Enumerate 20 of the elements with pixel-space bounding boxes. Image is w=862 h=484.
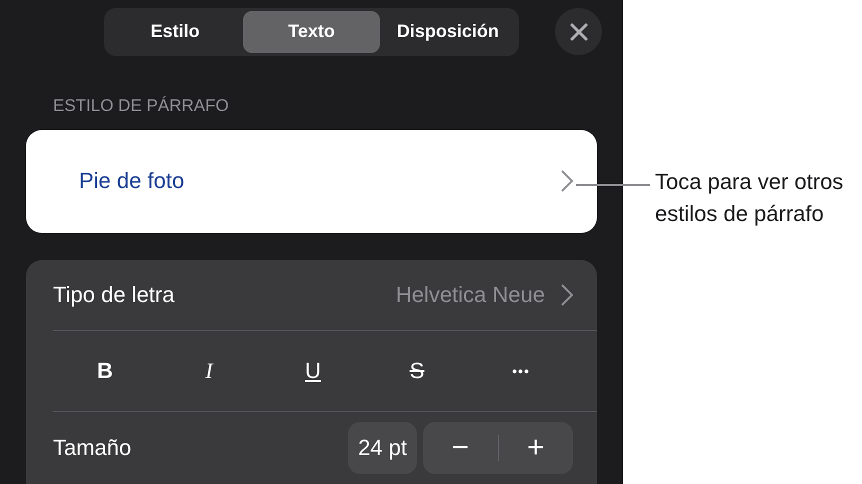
close-button[interactable] <box>555 8 602 56</box>
italic-button[interactable]: I <box>157 349 261 393</box>
increase-button[interactable]: + <box>498 422 573 474</box>
bold-button[interactable]: B <box>53 349 157 393</box>
tab[interactable]: Texto <box>243 10 380 53</box>
size-value[interactable]: 24 pt <box>348 422 417 474</box>
callout-text: Toca para ver otros estilos de párrafo <box>655 168 844 228</box>
chevron-icon <box>561 170 573 192</box>
font-label: Tipo de letra <box>53 282 176 308</box>
underline-button[interactable]: U <box>261 349 365 393</box>
paragraph-style-button[interactable]: Pie de foto <box>26 130 597 233</box>
section-label: ESTILO DE PÁRRAFO <box>53 96 230 117</box>
strike-button[interactable]: S <box>365 349 469 393</box>
close-icon <box>570 22 588 41</box>
more-button[interactable]: ••• <box>469 349 573 393</box>
tab[interactable]: Estilo <box>107 10 244 53</box>
chevron-icon <box>561 284 573 306</box>
size-label: Tamaño <box>53 435 132 461</box>
tab[interactable]: Disposición <box>380 10 516 53</box>
decrease-button[interactable]: − <box>423 422 498 474</box>
